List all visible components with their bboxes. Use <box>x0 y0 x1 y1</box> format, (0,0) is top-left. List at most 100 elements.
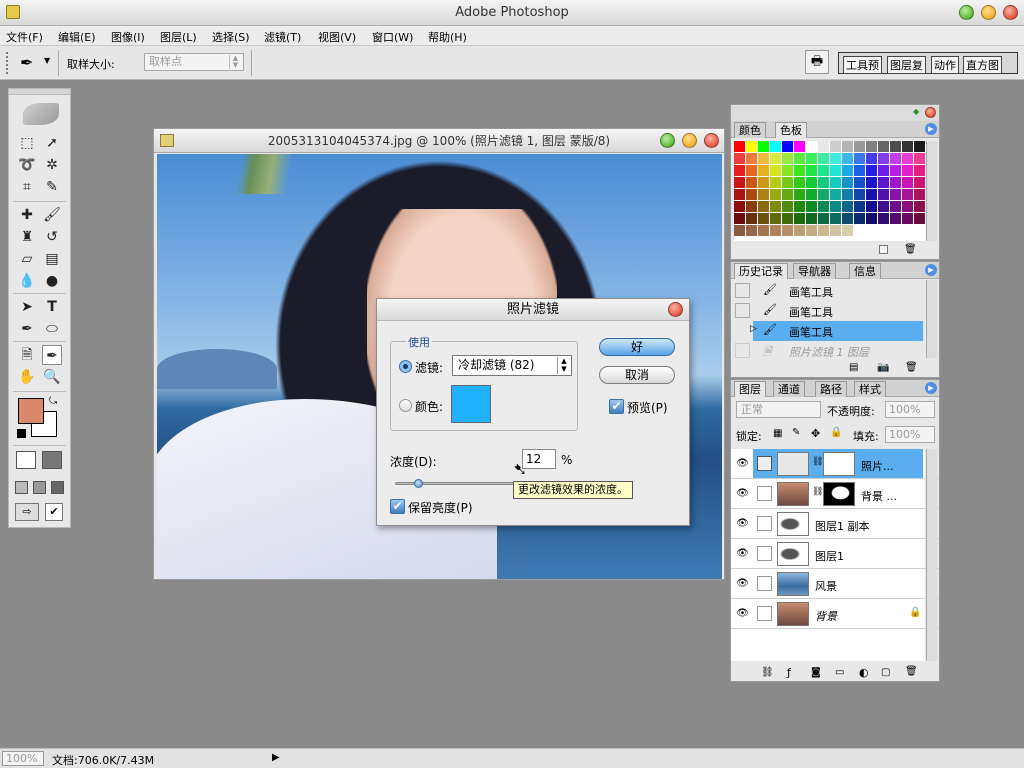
clone-stamp-tool-icon[interactable]: ♜ <box>17 227 37 247</box>
preview-checkbox[interactable]: ✔ <box>609 399 624 414</box>
new-group-icon[interactable]: ▭ <box>835 667 844 678</box>
color-swatch[interactable] <box>866 141 877 152</box>
shape-tool-icon[interactable]: ⬭ <box>42 319 62 339</box>
type-tool-icon[interactable]: T <box>42 297 62 317</box>
color-swatch[interactable] <box>890 177 901 188</box>
color-swatch[interactable] <box>878 141 889 152</box>
color-swatch[interactable] <box>770 189 781 200</box>
brush-tool-icon[interactable]: 🖌 <box>42 205 62 225</box>
color-swatch[interactable] <box>782 177 793 188</box>
color-swatch[interactable] <box>758 225 769 236</box>
color-swatch[interactable] <box>818 201 829 212</box>
menu-select[interactable]: 选择(S) <box>212 29 250 45</box>
eye-visibility-icon[interactable]: 👁 <box>735 577 750 591</box>
color-swatch[interactable] <box>866 201 877 212</box>
new-snapshot-icon[interactable]: 📷 <box>877 362 889 373</box>
filter-color-swatch[interactable] <box>451 385 491 423</box>
delete-layer-icon[interactable]: 🗑 <box>905 666 918 677</box>
tab-navigator[interactable]: 导航器 <box>793 263 836 279</box>
color-swatch[interactable] <box>794 213 805 224</box>
document-zoom-button[interactable] <box>660 133 675 148</box>
color-swatch[interactable] <box>842 201 853 212</box>
opacity-input[interactable]: 100% <box>885 401 935 418</box>
delete-swatch-icon[interactable]: 🗑 <box>904 244 917 255</box>
new-adjustment-layer-icon[interactable]: ◐ <box>859 666 869 679</box>
color-swatch[interactable] <box>734 141 745 152</box>
color-swatch[interactable] <box>914 225 925 236</box>
cancel-button[interactable]: 取消 <box>599 366 675 384</box>
color-swatch[interactable] <box>830 153 841 164</box>
new-swatch-icon[interactable] <box>879 245 888 254</box>
menu-window[interactable]: 窗口(W) <box>372 29 413 45</box>
color-swatch[interactable] <box>818 213 829 224</box>
default-colors-icon[interactable] <box>17 429 26 438</box>
color-swatch[interactable] <box>902 213 913 224</box>
eraser-tool-icon[interactable]: ▱ <box>17 249 37 269</box>
color-swatch[interactable] <box>914 189 925 200</box>
color-swatch[interactable] <box>770 201 781 212</box>
preserve-luminosity-checkbox[interactable]: ✔ <box>390 499 405 514</box>
color-swatch[interactable] <box>782 201 793 212</box>
link-layers-icon[interactable]: ⛓ <box>761 667 774 678</box>
color-swatch[interactable] <box>902 177 913 188</box>
zoom-window-button[interactable] <box>959 5 974 20</box>
dodge-tool-icon[interactable]: ● <box>42 271 62 291</box>
new-document-from-state-icon[interactable]: ▤ <box>849 362 858 373</box>
color-swatch[interactable] <box>794 165 805 176</box>
color-swatch[interactable] <box>854 165 865 176</box>
tab-info[interactable]: 信息 <box>849 263 881 279</box>
color-swatch[interactable] <box>914 165 925 176</box>
standard-mode-icon[interactable] <box>16 451 36 469</box>
color-swatch[interactable] <box>782 165 793 176</box>
blend-mode-select[interactable]: 正常 <box>736 401 821 418</box>
color-swatch[interactable] <box>878 153 889 164</box>
marquee-tool-icon[interactable]: ⬚ <box>17 133 37 153</box>
color-swatch[interactable] <box>734 189 745 200</box>
eyedropper-tool-icon[interactable]: ✒ <box>20 53 33 72</box>
color-swatch[interactable] <box>914 141 925 152</box>
tab-layers[interactable]: 图层 <box>734 381 766 397</box>
history-item[interactable]: 🖌 画笔工具 <box>731 281 939 301</box>
color-swatch[interactable] <box>794 201 805 212</box>
blur-tool-icon[interactable]: 💧 <box>17 271 37 291</box>
history-item-selected[interactable]: ▷ 🖌 画笔工具 <box>750 321 923 341</box>
color-swatch[interactable] <box>770 213 781 224</box>
color-swatch[interactable] <box>818 189 829 200</box>
lock-position-icon[interactable]: ✥ <box>811 427 820 440</box>
tab-channels[interactable]: 通道 <box>773 381 805 397</box>
color-swatch[interactable] <box>878 213 889 224</box>
quickmask-mode-icon[interactable] <box>42 451 62 469</box>
color-swatch[interactable] <box>890 189 901 200</box>
history-item[interactable]: 🖌 画笔工具 <box>731 301 939 321</box>
tab-history[interactable]: 历史记录 <box>734 263 788 279</box>
hand-tool-icon[interactable]: ✋ <box>17 367 37 387</box>
menu-edit[interactable]: 编辑(E) <box>58 29 96 45</box>
tab-styles[interactable]: 样式 <box>854 381 886 397</box>
color-swatch[interactable] <box>890 141 901 152</box>
color-swatch[interactable] <box>782 213 793 224</box>
color-swatch[interactable] <box>878 165 889 176</box>
color-swatch[interactable] <box>890 165 901 176</box>
color-swatch[interactable] <box>770 177 781 188</box>
palette-well-tab-layer-comps[interactable]: 图层复 <box>887 56 926 74</box>
color-swatch[interactable] <box>854 189 865 200</box>
color-swatch[interactable] <box>770 165 781 176</box>
color-swatch[interactable] <box>854 225 865 236</box>
sample-size-select[interactable]: 取样点 ▲ ▼ <box>144 53 244 71</box>
feather-logo-icon[interactable] <box>23 103 59 125</box>
color-swatch[interactable] <box>854 141 865 152</box>
zoom-tool-icon[interactable]: 🔍 <box>42 367 62 387</box>
tool-preset-chevron-down-icon[interactable]: ▼ <box>44 56 50 65</box>
color-swatch[interactable] <box>914 201 925 212</box>
color-swatch[interactable] <box>890 225 901 236</box>
lock-all-icon[interactable]: 🔒 <box>830 427 842 438</box>
eye-visibility-icon[interactable]: 👁 <box>735 607 750 621</box>
color-swatch[interactable] <box>758 201 769 212</box>
color-swatch[interactable] <box>818 141 829 152</box>
color-swatch[interactable] <box>806 165 817 176</box>
color-swatch[interactable] <box>746 213 757 224</box>
eye-visibility-icon[interactable]: 👁 <box>735 487 750 501</box>
color-swatch[interactable] <box>866 189 877 200</box>
magic-wand-tool-icon[interactable]: ✲ <box>42 155 62 175</box>
printer-icon[interactable]: 🖶 <box>805 50 829 74</box>
